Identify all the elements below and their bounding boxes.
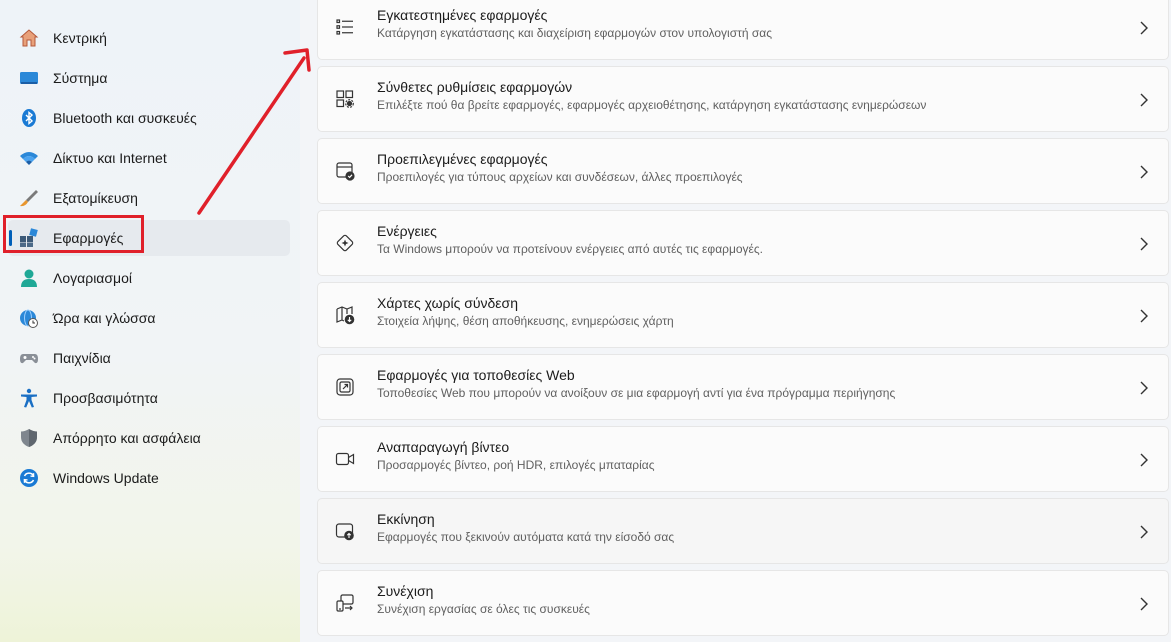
- sidebar-item-label: Κεντρική: [53, 30, 107, 46]
- card-installed-apps[interactable]: Εγκατεστημένες εφαρμογές Κατάργηση εγκατ…: [317, 0, 1169, 60]
- card-title: Αναπαραγωγή βίντεο: [377, 439, 510, 455]
- map-download-icon: [335, 305, 355, 325]
- person-icon: [18, 267, 40, 289]
- accessibility-icon: [18, 387, 40, 409]
- list-icon: [335, 17, 355, 37]
- card-offline-maps[interactable]: Χάρτες χωρίς σύνδεση Στοιχεία λήψης, θέσ…: [317, 282, 1169, 348]
- card-startup[interactable]: Εκκίνηση Εφαρμογές που ξεκινούν αυτόματα…: [317, 498, 1169, 564]
- wifi-icon: [18, 147, 40, 169]
- chevron-right-icon: [1139, 452, 1149, 468]
- card-description: Επιλέξτε πού θα βρείτε εφαρμογές, εφαρμο…: [377, 98, 927, 112]
- sidebar-item-bluetooth[interactable]: Bluetooth και συσκευές: [8, 100, 290, 136]
- chevron-right-icon: [1139, 596, 1149, 612]
- sidebar-item-label: Δίκτυο και Internet: [53, 150, 167, 166]
- sidebar-item-windows-update[interactable]: Windows Update: [8, 460, 290, 496]
- gamepad-icon: [18, 347, 40, 369]
- home-icon: [18, 27, 40, 49]
- open-external-icon: [335, 377, 355, 397]
- sidebar-item-network[interactable]: Δίκτυο και Internet: [8, 140, 290, 176]
- card-title: Χάρτες χωρίς σύνδεση: [377, 295, 518, 311]
- globe-clock-icon: [18, 307, 40, 329]
- card-advanced-app-settings[interactable]: Σύνθετες ρυθμίσεις εφαρμογών Επιλέξτε πο…: [317, 66, 1169, 132]
- sidebar-item-label: Λογαριασμοί: [53, 270, 133, 286]
- annotation-highlight-box: [3, 215, 144, 253]
- brush-icon: [18, 187, 40, 209]
- card-description: Στοιχεία λήψης, θέση αποθήκευσης, ενημερ…: [377, 314, 674, 328]
- shield-icon: [18, 427, 40, 449]
- card-title: Σύνθετες ρυθμίσεις εφαρμογών: [377, 79, 573, 95]
- sidebar-item-accounts[interactable]: Λογαριασμοί: [8, 260, 290, 296]
- card-title: Εκκίνηση: [377, 511, 435, 527]
- sidebar-item-label: Bluetooth και συσκευές: [53, 110, 197, 126]
- startup-icon: [335, 521, 355, 541]
- sidebar-item-gaming[interactable]: Παιχνίδια: [8, 340, 290, 376]
- sidebar-item-home[interactable]: Κεντρική: [8, 20, 290, 56]
- card-title: Εγκατεστημένες εφαρμογές: [377, 7, 548, 23]
- chevron-right-icon: [1139, 380, 1149, 396]
- sidebar-item-time-language[interactable]: Ώρα και γλώσσα: [8, 300, 290, 336]
- monitor-icon: [18, 67, 40, 89]
- card-description: Προσαρμογές βίντεο, ροή HDR, επιλογές μπ…: [377, 458, 655, 472]
- card-title: Συνέχιση: [377, 583, 434, 599]
- card-description: Προεπιλογές για τύπους αρχείων και συνδέ…: [377, 170, 743, 184]
- chevron-right-icon: [1139, 92, 1149, 108]
- card-description: Τοποθεσίες Web που μπορούν να ανοίξουν σ…: [377, 386, 896, 400]
- card-apps-for-websites[interactable]: Εφαρμογές για τοποθεσίες Web Τοποθεσίες …: [317, 354, 1169, 420]
- chevron-right-icon: [1139, 524, 1149, 540]
- card-description: Εφαρμογές που ξεκινούν αυτόματα κατά την…: [377, 530, 675, 544]
- update-icon: [18, 467, 40, 489]
- sidebar: Κεντρική Σύστημα Bluetooth και συσκευές …: [0, 0, 300, 642]
- chevron-right-icon: [1139, 236, 1149, 252]
- sidebar-item-privacy-security[interactable]: Απόρρητο και ασφάλεια: [8, 420, 290, 456]
- video-icon: [335, 449, 355, 469]
- bluetooth-icon: [18, 107, 40, 129]
- apps-settings-icon: [335, 89, 355, 109]
- card-title: Προεπιλεγμένες εφαρμογές: [377, 151, 548, 167]
- main-content: Εγκατεστημένες εφαρμογές Κατάργηση εγκατ…: [317, 0, 1169, 642]
- sidebar-item-accessibility[interactable]: Προσβασιμότητα: [8, 380, 290, 416]
- sidebar-item-system[interactable]: Σύστημα: [8, 60, 290, 96]
- sidebar-item-label: Σύστημα: [53, 70, 108, 86]
- card-actions[interactable]: Ενέργειες Τα Windows μπορούν να προτείνο…: [317, 210, 1169, 276]
- card-description: Τα Windows μπορούν να προτείνουν ενέργει…: [377, 242, 764, 256]
- sparkle-icon: [335, 233, 355, 253]
- card-title: Ενέργειες: [377, 223, 437, 239]
- card-title: Εφαρμογές για τοποθεσίες Web: [377, 367, 575, 383]
- card-video-playback[interactable]: Αναπαραγωγή βίντεο Προσαρμογές βίντεο, ρ…: [317, 426, 1169, 492]
- sidebar-nav: Κεντρική Σύστημα Bluetooth και συσκευές …: [8, 20, 290, 500]
- sidebar-item-label: Προσβασιμότητα: [53, 390, 158, 406]
- sidebar-item-personalization[interactable]: Εξατομίκευση: [8, 180, 290, 216]
- chevron-right-icon: [1139, 164, 1149, 180]
- default-apps-icon: [335, 161, 355, 181]
- chevron-right-icon: [1139, 20, 1149, 36]
- sidebar-item-label: Παιχνίδια: [53, 350, 111, 366]
- card-default-apps[interactable]: Προεπιλεγμένες εφαρμογές Προεπιλογές για…: [317, 138, 1169, 204]
- card-description: Κατάργηση εγκατάστασης και διαχείριση εφ…: [377, 26, 772, 40]
- card-description: Συνέχιση εργασίας σε όλες τις συσκευές: [377, 602, 590, 616]
- sidebar-item-label: Απόρρητο και ασφάλεια: [53, 430, 201, 446]
- sidebar-item-label: Windows Update: [53, 470, 159, 486]
- sidebar-item-label: Εξατομίκευση: [53, 190, 138, 206]
- sidebar-item-label: Ώρα και γλώσσα: [53, 310, 156, 326]
- chevron-right-icon: [1139, 308, 1149, 324]
- devices-continue-icon: [335, 593, 355, 613]
- card-resume[interactable]: Συνέχιση Συνέχιση εργασίας σε όλες τις σ…: [317, 570, 1169, 636]
